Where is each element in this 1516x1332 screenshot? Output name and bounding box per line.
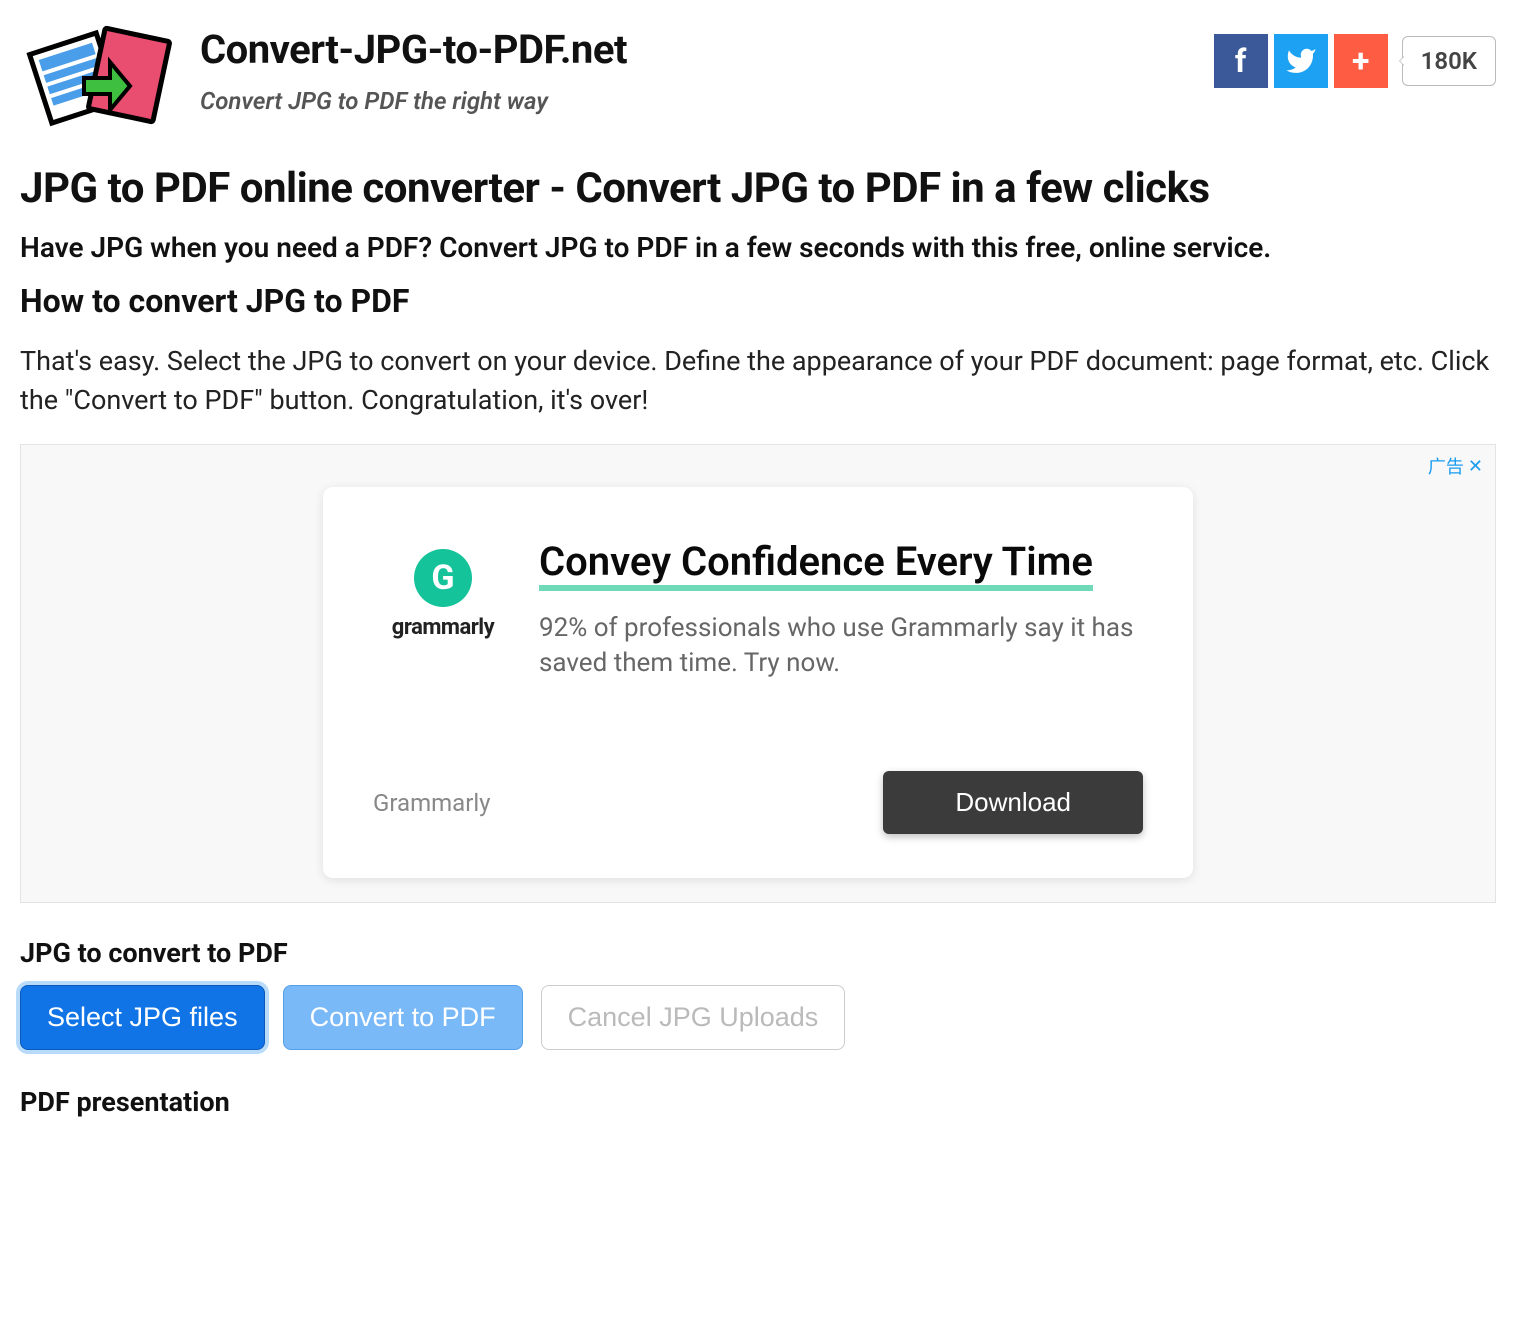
upload-button-row: Select JPG files Convert to PDF Cancel J… <box>20 985 1496 1050</box>
ad-card-top: G grammarly Convey Confidence Every Time… <box>373 537 1143 681</box>
ad-logo: G grammarly <box>373 537 513 640</box>
plus-icon: + <box>1352 42 1369 80</box>
facebook-icon: f <box>1235 42 1246 80</box>
page-title: JPG to PDF online converter - Convert JP… <box>20 164 1496 213</box>
grammarly-icon: G <box>414 549 472 607</box>
site-title: Convert-JPG-to-PDF.net <box>200 26 627 73</box>
ad-headline: Convey Confidence Every Time <box>539 538 1093 591</box>
upload-section-label: JPG to convert to PDF <box>20 937 1496 969</box>
howto-body: That's easy. Select the JPG to convert o… <box>20 342 1496 420</box>
page-header: Convert-JPG-to-PDF.net Convert JPG to PD… <box>20 14 1496 144</box>
twitter-share-button[interactable] <box>1274 34 1328 88</box>
title-block: Convert-JPG-to-PDF.net Convert JPG to PD… <box>200 14 627 115</box>
lead-text: Have JPG when you need a PDF? Convert JP… <box>20 231 1496 264</box>
howto-heading: How to convert JPG to PDF <box>20 282 1496 320</box>
ad-label-text[interactable]: 广告 <box>1428 453 1464 479</box>
close-icon[interactable]: ✕ <box>1468 456 1483 477</box>
cancel-uploads-button[interactable]: Cancel JPG Uploads <box>541 985 846 1050</box>
ad-brand-name: Grammarly <box>373 789 491 817</box>
ad-text-block: Convey Confidence Every Time 92% of prof… <box>539 537 1143 681</box>
download-button[interactable]: Download <box>883 771 1143 834</box>
presentation-section-label: PDF presentation <box>20 1086 1496 1118</box>
ad-card[interactable]: G grammarly Convey Confidence Every Time… <box>323 487 1193 878</box>
ad-container: 广告 ✕ G grammarly Convey Confidence Every… <box>20 444 1496 903</box>
ad-label: 广告 ✕ <box>1428 453 1483 479</box>
header-left: Convert-JPG-to-PDF.net Convert JPG to PD… <box>20 14 627 144</box>
ad-subtext: 92% of professionals who use Grammarly s… <box>539 611 1143 681</box>
ad-footer: Grammarly Download <box>373 771 1143 834</box>
addthis-share-button[interactable]: + <box>1334 34 1388 88</box>
ad-logo-text: grammarly <box>392 615 494 640</box>
facebook-share-button[interactable]: f <box>1214 34 1268 88</box>
site-logo-icon <box>20 14 180 144</box>
share-count-badge: 180K <box>1402 36 1496 86</box>
twitter-icon <box>1285 45 1317 77</box>
share-buttons: f + 180K <box>1214 14 1496 88</box>
select-files-button[interactable]: Select JPG files <box>20 985 265 1050</box>
site-tagline: Convert JPG to PDF the right way <box>200 87 627 115</box>
convert-button[interactable]: Convert to PDF <box>283 985 523 1050</box>
